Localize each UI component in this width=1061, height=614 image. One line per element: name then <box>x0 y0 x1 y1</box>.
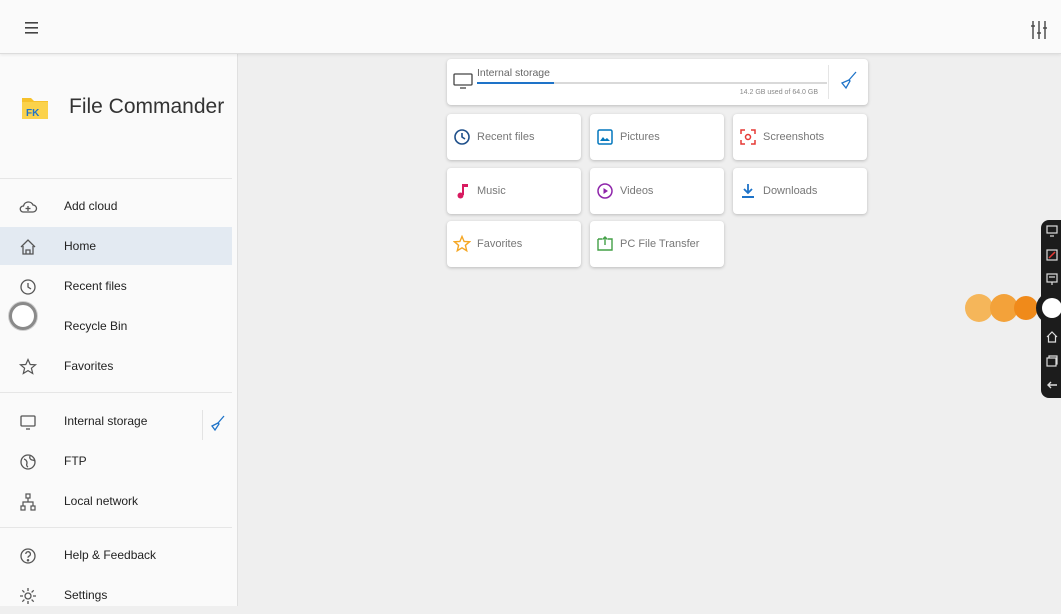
tile-label: Music <box>477 185 506 197</box>
sidebar-item-label: Favorites <box>64 359 114 373</box>
network-icon <box>18 492 38 512</box>
divider <box>0 392 232 393</box>
sidebar-item-label: FTP <box>64 454 87 468</box>
tile-favorites[interactable]: Favorites <box>447 221 581 267</box>
monitor-icon <box>18 412 38 432</box>
sidebar-item-home[interactable]: Home <box>0 227 232 265</box>
divider <box>0 527 232 528</box>
gear-icon <box>18 586 38 606</box>
music-note-icon <box>453 182 471 200</box>
globe-icon <box>18 452 38 472</box>
sidebar-item-favorites[interactable]: Favorites <box>0 347 232 385</box>
clean-storage-button[interactable] <box>828 65 868 99</box>
sidebar-item-label: Home <box>64 239 97 253</box>
image-icon <box>596 128 614 146</box>
sidebar-item-recent-files[interactable]: Recent files <box>0 267 232 305</box>
back-icon[interactable] <box>1045 378 1059 392</box>
app-brand: FK File Commander <box>20 87 224 127</box>
pc-transfer-icon <box>596 235 614 253</box>
tile-label: Screenshots <box>763 131 825 143</box>
recycle-bin-icon <box>9 302 37 330</box>
screenshot-icon <box>739 128 757 146</box>
storage-used-text: 14.2 GB used of 64.0 GB <box>739 89 818 96</box>
help-icon <box>18 546 38 566</box>
tile-label: Downloads <box>763 185 818 197</box>
tile-pictures[interactable]: Pictures <box>590 114 724 160</box>
tile-music[interactable]: Music <box>447 168 581 214</box>
internal-storage-card[interactable]: Internal storage 14.2 GB used of 64.0 GB <box>447 59 868 105</box>
logo-text: FK <box>26 108 40 119</box>
top-app-bar <box>0 0 1061 54</box>
sidebar-item-add-cloud[interactable]: Add cloud <box>0 187 232 225</box>
floating-bubble[interactable] <box>1014 296 1038 320</box>
sidebar-item-label: Help & Feedback <box>64 548 157 562</box>
sidebar-item-help-feedback[interactable]: Help & Feedback <box>0 536 232 574</box>
edit-icon[interactable] <box>1045 248 1059 262</box>
sidebar-item-internal-storage[interactable]: Internal storage <box>0 402 232 440</box>
tile-label: PC File Transfer <box>620 238 700 250</box>
hamburger-menu-icon[interactable] <box>20 18 46 38</box>
sidebar-item-local-network[interactable]: Local network <box>0 482 232 520</box>
sidebar-item-label: Recycle Bin <box>64 319 128 333</box>
broom-icon <box>839 70 859 95</box>
filter-settings-icon[interactable] <box>1027 18 1051 42</box>
home-icon[interactable] <box>1045 330 1059 344</box>
sidebar-item-label: Add cloud <box>64 199 118 213</box>
sidebar-item-label: Local network <box>64 494 139 508</box>
whiteboard-icon[interactable] <box>1045 272 1059 286</box>
tile-label: Pictures <box>620 131 660 143</box>
tile-videos[interactable]: Videos <box>590 168 724 214</box>
circle-icon <box>1042 298 1061 318</box>
sidebar-item-label: Recent files <box>64 279 127 293</box>
play-circle-icon <box>596 182 614 200</box>
floating-bubble[interactable] <box>965 294 993 322</box>
clock-icon <box>453 128 471 146</box>
navigation-drawer: FK File Commander Add cloud Home Recent … <box>0 54 238 606</box>
tile-screenshots[interactable]: Screenshots <box>733 114 867 160</box>
sidebar-item-settings[interactable]: Settings <box>0 576 232 614</box>
sidebar-item-ftp[interactable]: FTP <box>0 442 232 480</box>
star-icon <box>18 357 38 377</box>
tile-label: Videos <box>620 185 654 197</box>
sidebar-item-label: Settings <box>64 588 108 602</box>
tile-downloads[interactable]: Downloads <box>733 168 867 214</box>
file-commander-logo: FK <box>20 92 50 122</box>
floating-main-button[interactable] <box>1036 292 1061 324</box>
storage-usage-bar <box>477 82 827 84</box>
cloud-add-icon <box>18 197 38 217</box>
tile-recent-files[interactable]: Recent files <box>447 114 581 160</box>
clean-storage-button[interactable] <box>202 410 232 440</box>
divider <box>0 178 232 179</box>
storage-title: Internal storage <box>477 67 550 79</box>
download-icon <box>739 182 757 200</box>
tile-label: Recent files <box>477 131 535 143</box>
storage-usage-fill <box>477 82 554 84</box>
star-icon <box>452 234 472 253</box>
home-icon <box>18 237 38 257</box>
sidebar-item-label: Internal storage <box>64 414 148 428</box>
tile-pc-file-transfer[interactable]: PC File Transfer <box>590 221 724 267</box>
broom-icon <box>209 414 227 437</box>
clock-icon <box>18 277 38 297</box>
monitor-icon <box>453 72 473 90</box>
app-name: File Commander <box>69 95 225 118</box>
screen-icon[interactable] <box>1045 224 1059 238</box>
tile-label: Favorites <box>477 238 523 250</box>
windows-icon[interactable] <box>1045 354 1059 368</box>
